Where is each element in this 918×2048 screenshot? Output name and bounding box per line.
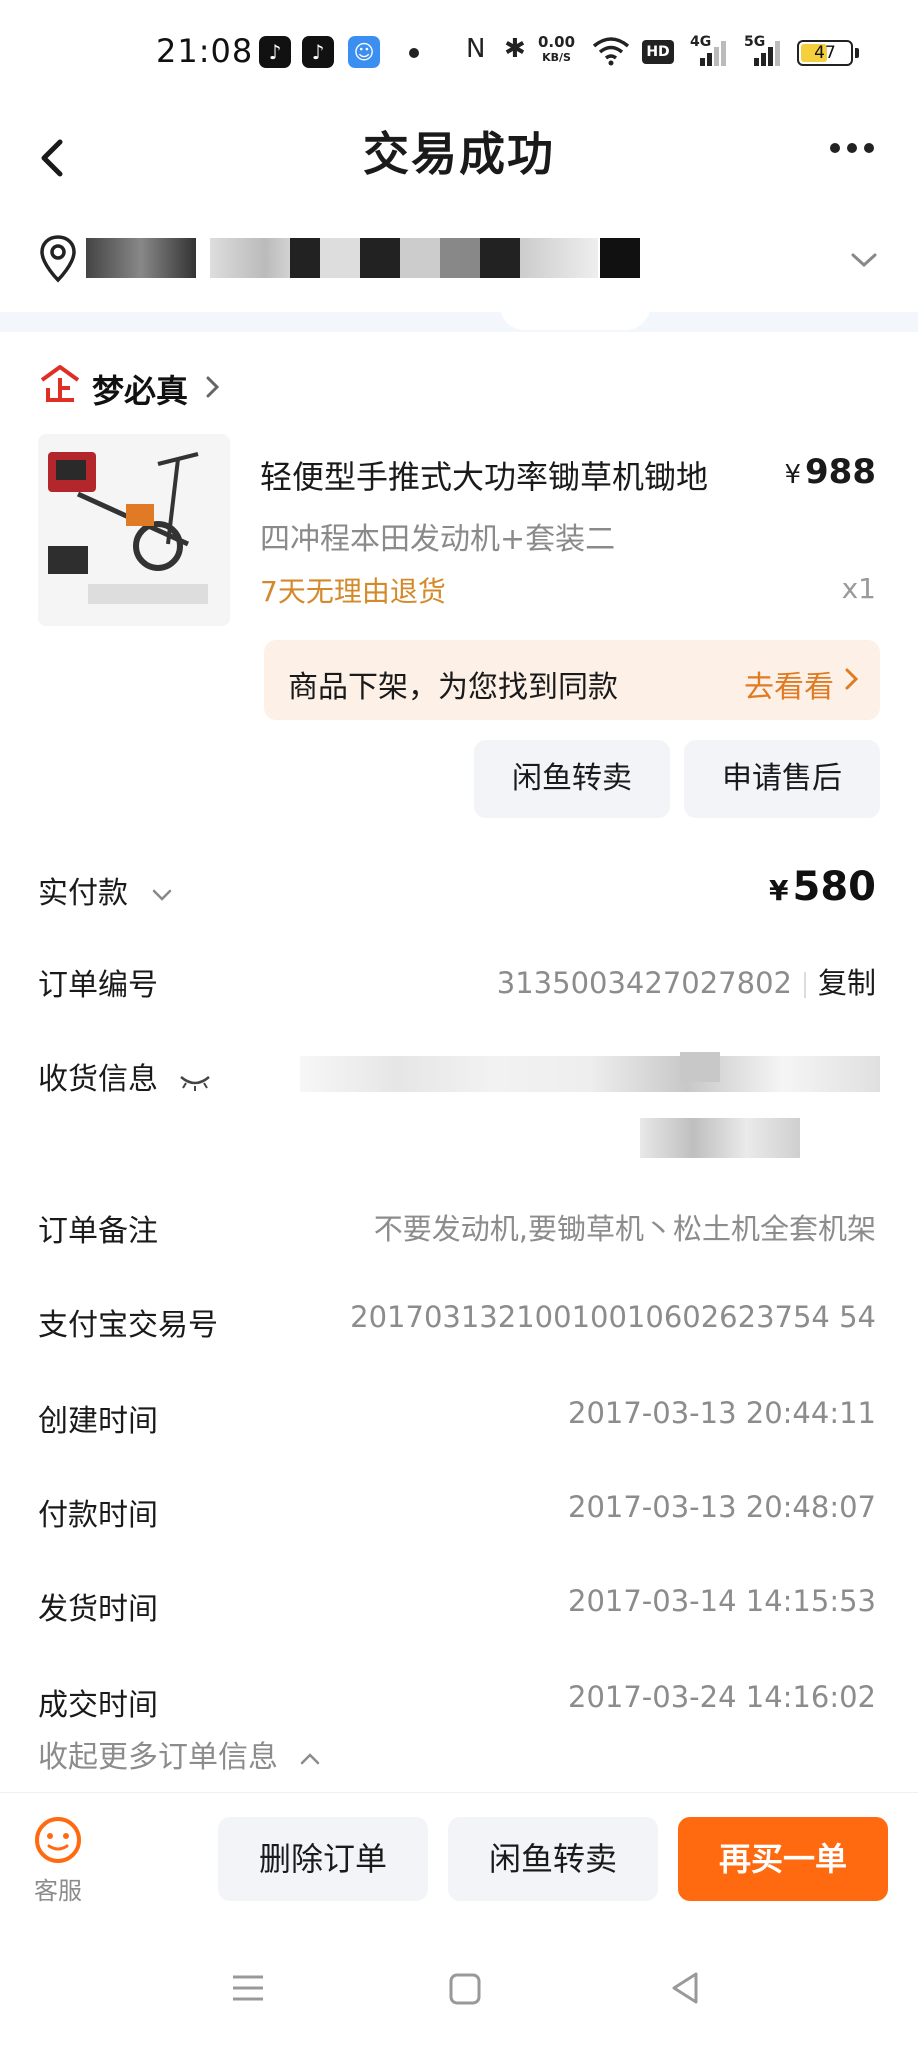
status-time: 21:08 (156, 32, 254, 70)
alipay-trade-label: 支付宝交易号 (38, 1308, 218, 1343)
paid-time-value: 2017-03-13 20:48:07 (568, 1490, 876, 1524)
network-speed: 0.00 KB/S (538, 34, 575, 66)
rebuy-button[interactable]: 再买一单 (678, 1817, 888, 1901)
order-remark-label: 订单备注 (38, 1214, 158, 1249)
more-options-icon[interactable] (830, 138, 890, 168)
customer-service-icon[interactable] (33, 1815, 83, 1865)
copy-button[interactable]: 复制 (818, 966, 876, 1000)
order-number-value: 3135003427027802 (496, 966, 792, 1000)
divider-notch (500, 306, 650, 330)
resell-bottom-button[interactable]: 闲鱼转卖 (448, 1817, 658, 1901)
collapse-order-info-label: 收起更多订单信息 (38, 1740, 278, 1775)
signal-bars-icon (754, 40, 782, 66)
paid-amount: ¥580 (769, 864, 876, 910)
product-title[interactable]: 轻便型手推式大功率锄草机锄地 (260, 452, 708, 498)
created-time-label: 创建时间 (38, 1404, 158, 1439)
douyin-app-icon: ♪ (259, 36, 291, 68)
paid-amount-value: 580 (792, 864, 877, 910)
nfc-icon: N (466, 34, 486, 64)
network-speed-value: 0.00 (538, 33, 576, 51)
after-sale-button[interactable]: 申请售后 (684, 740, 880, 818)
chevron-up-icon (300, 1752, 319, 1764)
alipay-trade-value: 20170313210010010602623754 54 (350, 1300, 876, 1334)
off-shelf-link[interactable]: 去看看 (744, 662, 834, 706)
shipping-info-label-text: 收货信息 (38, 1062, 158, 1097)
eye-closed-icon[interactable] (178, 1071, 212, 1091)
chevron-right-icon (206, 376, 220, 398)
created-time-value: 2017-03-13 20:44:11 (568, 1396, 876, 1430)
system-navigation-bar (0, 1960, 918, 2020)
hd-voice-icon: HD (642, 40, 674, 64)
network-speed-unit: KB/S (542, 51, 571, 64)
collapse-order-info-button[interactable]: 收起更多订单信息 (38, 1732, 324, 1776)
product-price: ¥988 (784, 452, 876, 492)
home-icon[interactable] (448, 1972, 482, 2006)
return-policy-label: 7天无理由退货 (260, 575, 446, 608)
currency-symbol: ¥ (769, 874, 789, 907)
currency-symbol: ¥ (784, 460, 802, 490)
location-pin-icon (40, 235, 76, 283)
order-number-label: 订单编号 (38, 968, 158, 1003)
shipped-time-value: 2017-03-14 14:15:53 (568, 1584, 876, 1618)
page-title: 交易成功 (363, 127, 555, 181)
signal-bars-icon (700, 40, 728, 66)
paid-amount-label[interactable]: 实付款 (38, 868, 176, 912)
delete-order-button[interactable]: 删除订单 (218, 1817, 428, 1901)
chevron-right-icon (845, 668, 859, 690)
product-quantity: x1 (841, 572, 876, 605)
menu-icon[interactable] (230, 1972, 266, 2004)
order-number-row: 3135003427027802 复制 (497, 960, 876, 1002)
back-triangle-icon[interactable] (668, 1970, 702, 2006)
wifi-icon (592, 37, 630, 66)
status-bar: 21:08 ♪ ♪ ☺ N ✱ 0.00 KB/S HD 4G 5G 47 (0, 0, 918, 108)
off-shelf-banner[interactable]: 商品下架，为您找到同款 去看看 (264, 640, 880, 720)
section-divider (0, 312, 918, 332)
product-image[interactable] (38, 434, 230, 626)
paid-time-label: 付款时间 (38, 1498, 158, 1533)
paid-amount-label-text: 实付款 (38, 876, 128, 911)
shipped-time-label: 发货时间 (38, 1592, 158, 1627)
app-notification-icon: ☺ (348, 36, 380, 68)
chevron-down-icon (152, 889, 171, 901)
customer-service-label[interactable]: 客服 (34, 1871, 82, 1906)
order-remark-value: 不要发动机,要锄草机丶松土机全套机架 (373, 1212, 876, 1246)
chevron-down-icon (851, 253, 877, 268)
completed-time-value: 2017-03-24 14:16:02 (568, 1680, 876, 1714)
shop-name: 梦必真 (92, 372, 189, 410)
bluetooth-icon: ✱ (504, 34, 526, 64)
resell-button[interactable]: 闲鱼转卖 (474, 740, 670, 818)
enterprise-badge-icon (40, 365, 80, 402)
tiktok-app-icon: ♪ (302, 36, 334, 68)
battery-level: 47 (814, 43, 836, 63)
battery-icon: 47 (797, 40, 853, 66)
product-price-value: 988 (805, 452, 876, 492)
product-spec: 四冲程本田发动机+套装二 (260, 522, 616, 557)
off-shelf-text: 商品下架，为您找到同款 (288, 670, 618, 705)
delivery-address[interactable] (0, 220, 918, 310)
bottom-action-bar: 客服 删除订单 闲鱼转卖 再买一单 (0, 1792, 918, 1918)
completed-time-label: 成交时间 (38, 1688, 158, 1723)
notification-dot-icon (409, 48, 419, 58)
nav-bar: 交易成功 (0, 108, 918, 218)
shipping-info-label: 收货信息 (38, 1054, 212, 1098)
